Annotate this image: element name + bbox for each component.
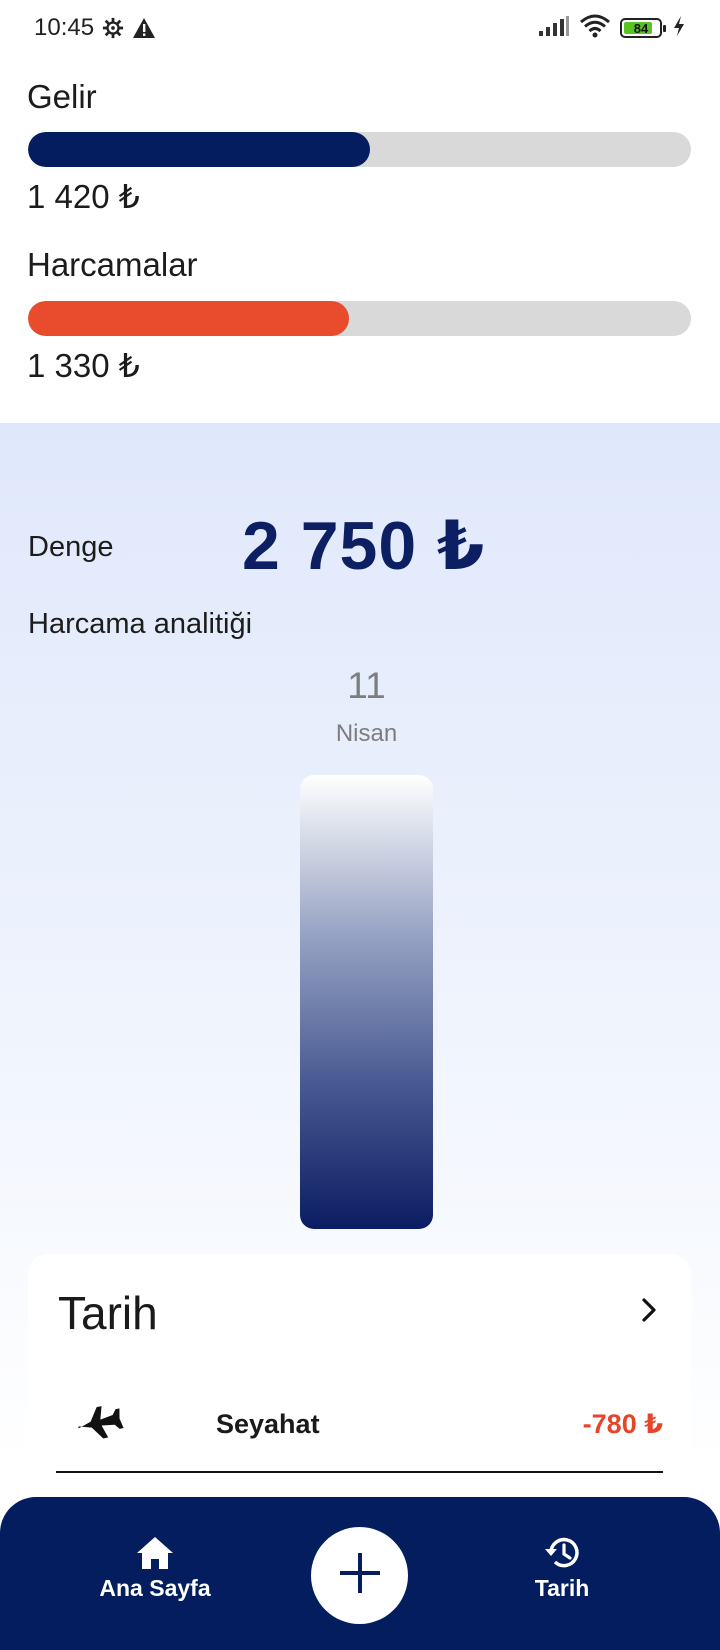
divider <box>56 1471 663 1473</box>
nav-history[interactable]: Tarih <box>487 1535 637 1602</box>
signal-icon <box>538 15 570 42</box>
settings-gear-icon <box>102 17 124 39</box>
history-card: Tarih Seyahat -780 ₺ <box>28 1254 691 1514</box>
expenses-value: 1 330 ₺ <box>27 347 140 384</box>
wifi-icon <box>580 14 610 43</box>
history-icon <box>487 1535 637 1571</box>
transaction-amount: -780 ₺ <box>582 1409 663 1439</box>
analytics-title: Harcama analitiği <box>28 608 253 640</box>
expenses-progress-fill <box>28 301 349 336</box>
income-progress-fill <box>28 132 371 167</box>
bottom-navigation: Ana Sayfa Tarih <box>0 1497 720 1650</box>
income-expense-summary: Gelir 1 420 ₺ Harcamalar 1 330 ₺ <box>0 56 720 423</box>
charging-bolt-icon <box>672 15 686 42</box>
income-label: Gelir <box>27 78 97 115</box>
expenses-label: Harcamalar <box>27 246 198 283</box>
balance-value: 2 750 ₺ <box>242 508 486 584</box>
status-left: 10:45 <box>34 14 156 42</box>
history-title: Tarih <box>58 1287 158 1339</box>
spending-bar[interactable] <box>300 775 433 1229</box>
status-time: 10:45 <box>34 14 95 41</box>
nav-home-label: Ana Sayfa <box>99 1575 211 1601</box>
status-right: 84 <box>538 14 686 43</box>
bar-month-label: Nisan <box>335 720 398 747</box>
plus-icon <box>338 1551 382 1600</box>
income-value: 1 420 ₺ <box>27 178 140 215</box>
status-bar: 10:45 84 <box>0 0 720 56</box>
battery-icon: 84 <box>620 18 666 38</box>
add-transaction-button[interactable] <box>311 1527 408 1624</box>
nav-history-label: Tarih <box>534 1575 590 1601</box>
spending-bar-area <box>300 775 433 1229</box>
balance-label: Denge <box>28 531 114 563</box>
income-progress-track <box>28 132 691 167</box>
expenses-progress-track <box>28 301 691 336</box>
warning-icon <box>132 17 156 39</box>
nav-home[interactable]: Ana Sayfa <box>80 1535 230 1602</box>
airplane-icon <box>74 1398 124 1448</box>
transaction-row[interactable]: Seyahat -780 ₺ <box>56 1376 663 1473</box>
home-icon <box>80 1535 230 1571</box>
chevron-right-icon[interactable] <box>631 1292 667 1328</box>
bar-day-label: 11 <box>347 665 386 706</box>
transaction-name: Seyahat <box>216 1409 320 1439</box>
battery-level: 84 <box>633 20 649 36</box>
